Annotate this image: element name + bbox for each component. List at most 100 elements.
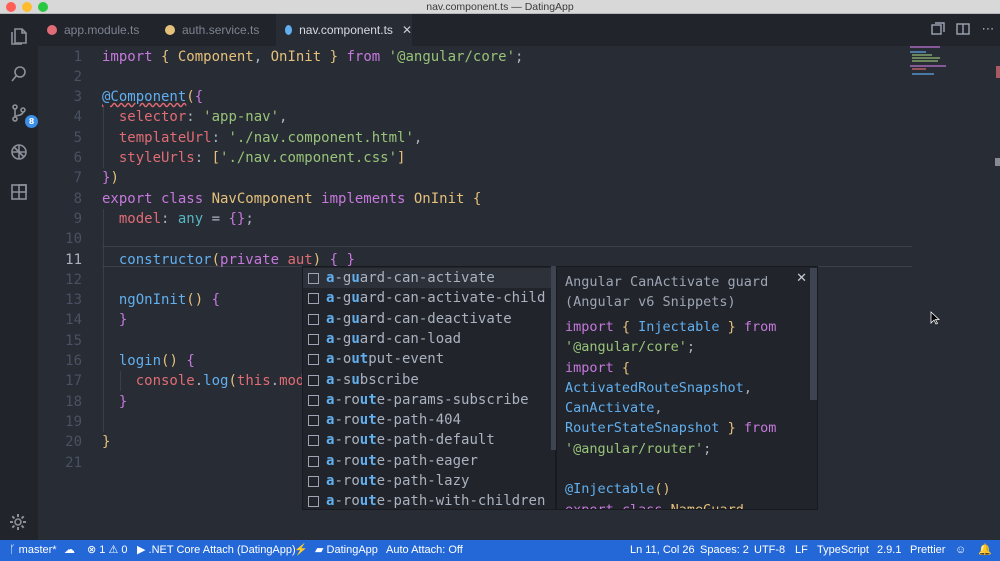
debug-icon[interactable]: [7, 140, 31, 164]
code-line[interactable]: styleUrls: ['./nav.component.css']: [102, 148, 406, 168]
suggestion-item[interactable]: a-output-event: [303, 349, 555, 369]
details-scrollbar[interactable]: [810, 268, 817, 400]
scrollbar-thumb[interactable]: [995, 158, 1000, 166]
code-token: implements: [321, 190, 414, 207]
suggestion-item[interactable]: a-guard-can-load: [303, 329, 555, 349]
line-number: 9: [73, 210, 82, 227]
settings-gear-icon[interactable]: [8, 512, 28, 532]
code-token: import: [565, 319, 622, 335]
indent-guide: [120, 371, 121, 391]
code-token: OnInit: [413, 190, 473, 207]
tab-nav-component[interactable]: nav.component.ts ✕: [276, 14, 412, 46]
details-code-line: import { Injectable } from: [565, 317, 776, 337]
code-line[interactable]: model: any = {};: [102, 209, 254, 229]
code-line[interactable]: console.log(this.mode: [102, 371, 313, 391]
code-line[interactable]: }: [102, 392, 127, 412]
feedback-smiley-icon[interactable]: ☺: [955, 540, 966, 561]
code-token: NavComponent: [211, 190, 322, 207]
code-line[interactable]: import { Component, OnInit } from '@angu…: [102, 47, 523, 67]
indent-guide: [103, 209, 104, 432]
code-line[interactable]: }): [102, 168, 119, 188]
problems-indicator[interactable]: ⊗ 1 ⚠ 0: [87, 540, 128, 561]
indent-guide: [103, 107, 104, 168]
code-token: NameGuard: [670, 501, 744, 510]
suggestion-item[interactable]: a-guard-can-activate: [303, 268, 555, 289]
code-line[interactable]: selector: 'app-nav',: [102, 107, 288, 127]
status-bar: ᚴ master* ☁ ⊗ 1 ⚠ 0 ▶ .NET Core Attach (…: [0, 540, 1000, 561]
code-token: ,: [253, 48, 271, 65]
line-number: 6: [73, 150, 82, 166]
files-icon[interactable]: [7, 24, 31, 48]
line-number: 17: [65, 373, 82, 390]
cursor-position[interactable]: Ln 11, Col 26: [630, 540, 695, 561]
details-code: import { Injectable } from '@angular/core…: [565, 317, 776, 510]
extensions-icon[interactable]: [7, 180, 31, 204]
suggestion-item[interactable]: a-subscribe: [303, 370, 555, 390]
tab-auth-service[interactable]: auth.service.ts: [156, 14, 274, 46]
code-token: :: [161, 210, 178, 227]
code-token: @Component: [102, 89, 187, 106]
code-token: {}: [228, 210, 246, 227]
live-share-icon[interactable]: ⚡: [294, 540, 308, 561]
code-token: {: [621, 359, 631, 376]
source-control-icon[interactable]: 8: [7, 101, 38, 128]
code-token: constructor: [118, 251, 212, 268]
minimap[interactable]: [910, 46, 980, 86]
code-token: export class: [102, 190, 212, 207]
window-title: nav.component.ts — DatingApp: [426, 1, 574, 13]
code-line[interactable]: }: [102, 310, 127, 330]
suggestion-item[interactable]: a-guard-can-deactivate: [303, 309, 555, 329]
suggestion-item[interactable]: a-route-path-eager: [303, 451, 555, 471]
line-number: 5: [73, 129, 82, 146]
code-token: private: [220, 251, 288, 268]
tab-bar: app.module.ts auth.service.ts nav.compon…: [38, 14, 1000, 46]
typescript-version[interactable]: 2.9.1: [877, 540, 901, 561]
cloud-sync-icon[interactable]: ☁: [64, 540, 75, 561]
more-actions-icon[interactable]: ⋯: [980, 22, 996, 38]
code-token: }: [118, 312, 128, 329]
line-number: 12: [65, 271, 82, 288]
code-token: from: [743, 319, 777, 335]
code-line[interactable]: export class NavComponent implements OnI…: [102, 189, 481, 209]
encoding-setting[interactable]: UTF-8: [754, 540, 785, 561]
eol-setting[interactable]: LF: [795, 540, 808, 561]
suggestion-item[interactable]: a-route-path-404: [303, 410, 555, 430]
suggestion-item[interactable]: a-route-path-default: [303, 430, 555, 450]
folder-indicator[interactable]: ▰ DatingApp: [315, 540, 378, 561]
angular-icon: [285, 25, 293, 35]
open-changes-icon[interactable]: [930, 22, 946, 38]
snippet-icon: [308, 496, 319, 508]
tab-app-module[interactable]: app.module.ts: [38, 14, 154, 46]
snippet-icon: [308, 273, 319, 284]
language-mode[interactable]: TypeScript: [817, 540, 869, 561]
branch-indicator[interactable]: ᚴ master*: [9, 540, 57, 561]
auto-attach-toggle[interactable]: Auto Attach: Off: [386, 540, 463, 561]
code-token: ): [110, 170, 119, 187]
debug-config[interactable]: ▶ .NET Core Attach (DatingApp): [137, 540, 296, 561]
code-line[interactable]: @Component({: [102, 87, 203, 107]
details-code-line: @Injectable(): [565, 479, 776, 499]
suggestion-item[interactable]: a-route-params-subscribe: [303, 390, 555, 410]
code-line[interactable]: ngOnInit() {: [102, 290, 220, 310]
suggestion-item[interactable]: a-guard-can-activate-child: [303, 288, 555, 308]
line-number: 7: [73, 170, 82, 187]
line-number: 11: [65, 251, 82, 268]
details-close-icon[interactable]: ✕: [796, 271, 807, 286]
debug-config-label: .NET Core Attach (DatingApp): [148, 544, 296, 556]
search-icon[interactable]: [7, 62, 31, 86]
code-line[interactable]: templateUrl: './nav.component.html',: [102, 128, 422, 148]
notifications-bell-icon[interactable]: 🔔: [978, 540, 992, 561]
prettier-status[interactable]: Prettier: [910, 540, 945, 561]
code-token: log: [203, 373, 229, 390]
suggestion-list[interactable]: a-guard-can-activate a-guard-can-activate…: [302, 266, 556, 510]
code-line[interactable]: }: [102, 432, 110, 452]
suggestion-item[interactable]: a-route-path-with-children: [303, 491, 555, 509]
suggestion-item[interactable]: a-route-path-lazy: [303, 471, 555, 491]
code-line[interactable]: login() {: [102, 351, 195, 371]
split-editor-icon[interactable]: [955, 22, 971, 38]
indentation-setting[interactable]: Spaces: 2: [700, 540, 749, 561]
tab-close-icon[interactable]: ✕: [402, 23, 412, 37]
